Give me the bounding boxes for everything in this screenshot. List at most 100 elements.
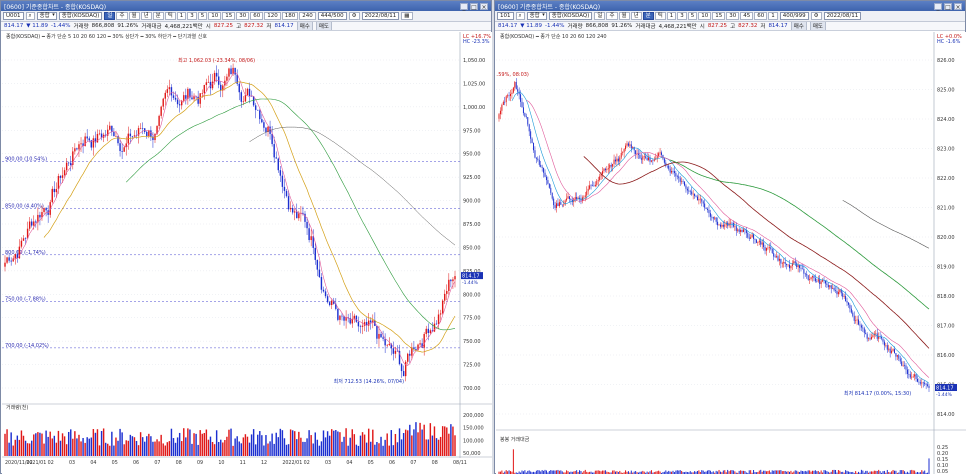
volume-bar <box>524 470 526 474</box>
volume-bar <box>156 439 158 456</box>
period-button[interactable]: 1 <box>768 12 778 20</box>
search-icon[interactable]: ⌕ <box>25 12 35 20</box>
volume-bar <box>300 437 302 456</box>
date-input[interactable]: 2022/08/11 <box>823 12 862 20</box>
period-button[interactable]: 15 <box>222 12 236 20</box>
candle-body <box>203 84 206 94</box>
settings-icon[interactable]: ⚙ <box>810 12 822 20</box>
period-button[interactable]: 180 <box>281 12 299 20</box>
period-button[interactable]: 1 <box>666 12 677 20</box>
volume-bar <box>324 437 327 456</box>
volume-bar <box>164 445 166 456</box>
period-button[interactable]: 120 <box>264 12 281 20</box>
code-input[interactable]: U001 <box>3 12 24 20</box>
candle-body <box>768 247 770 248</box>
candle-body <box>121 151 123 152</box>
period-button[interactable]: 45 <box>740 12 754 20</box>
period-button[interactable]: 틱 <box>654 12 666 20</box>
calendar-icon[interactable]: ▦ <box>401 12 413 20</box>
period-button[interactable]: 15 <box>712 12 726 20</box>
period-button[interactable]: 3 <box>187 12 197 20</box>
candle-body <box>117 136 119 144</box>
bar-count-input[interactable]: 444/500 <box>317 12 347 20</box>
date-input[interactable]: 2022/08/11 <box>361 12 400 20</box>
candle-body <box>764 247 766 251</box>
volume-bar <box>113 445 115 456</box>
period-button[interactable]: 10 <box>208 12 222 20</box>
date-axis-label: 02 <box>304 460 310 466</box>
candle-body <box>10 260 12 262</box>
period-button[interactable]: 5 <box>197 12 208 20</box>
right-price-chart[interactable]: 종합(KOSDAQ) ━ 종가 단순 10 20 60 120 240 LC +0… <box>496 32 966 474</box>
volume-bar <box>172 438 175 456</box>
minimize-button[interactable]: _ <box>460 2 468 11</box>
left-window-title: [0600] 기준종합차트 - 종합(KOSDAQ) <box>4 3 107 11</box>
price-axis-label: 825.00 <box>937 88 955 94</box>
candle-body <box>849 304 851 309</box>
period-button[interactable]: 1 <box>176 12 187 20</box>
period-button[interactable]: 년 <box>140 12 152 20</box>
volume-bar <box>901 470 903 474</box>
date-axis-label: 02 <box>48 460 54 466</box>
volume-bar <box>133 437 136 456</box>
close-button[interactable]: × <box>480 2 488 11</box>
left-price-chart[interactable]: 종합(KOSDAQ) ━ 종가 단순 5 10 20 60 120 ━ 30% … <box>2 32 492 474</box>
maximize-button[interactable]: □ <box>470 2 478 11</box>
bar-count-input[interactable]: 400/999 <box>779 12 809 20</box>
candle-body <box>911 376 913 378</box>
buy-button[interactable]: 매수 <box>296 22 313 30</box>
candle-body <box>659 152 661 154</box>
period-button[interactable]: 240 <box>299 12 316 20</box>
period-button[interactable]: 10 <box>698 12 712 20</box>
candle-body <box>852 312 854 316</box>
volume-bar <box>392 445 395 456</box>
period-button[interactable]: 60 <box>754 12 768 20</box>
period-button[interactable]: 월 <box>128 12 140 20</box>
sell-button[interactable]: 매도 <box>315 22 332 30</box>
settings-icon[interactable]: ⚙ <box>348 12 360 20</box>
volume-bar <box>724 470 726 474</box>
period-button[interactable]: 60 <box>250 12 264 20</box>
market-select[interactable]: 종합 <box>526 12 547 20</box>
volume-bar <box>708 469 710 474</box>
period-button[interactable]: 주 <box>116 12 128 20</box>
date-axis-label: 06 <box>389 460 395 466</box>
candle-body <box>620 152 622 158</box>
volume-bar <box>365 442 368 456</box>
period-button[interactable]: 틱 <box>164 12 176 20</box>
candle-body <box>883 341 885 346</box>
volume-bar <box>304 441 306 456</box>
period-button[interactable]: 30 <box>236 12 250 20</box>
period-button[interactable]: 일 <box>594 12 606 20</box>
period-button[interactable]: 일 <box>104 12 116 20</box>
period-button[interactable]: 5 <box>687 12 698 20</box>
sell-button[interactable]: 매도 <box>809 22 826 30</box>
corner-sub-label: HC -23.3% <box>463 39 490 45</box>
period-button[interactable]: 30 <box>726 12 740 20</box>
close-button[interactable]: × <box>954 2 962 11</box>
volume-bar <box>115 437 117 456</box>
candle-body <box>183 95 185 101</box>
volume-bar <box>512 449 514 474</box>
candle-body <box>570 198 572 200</box>
code-input[interactable]: 101 <box>497 12 514 20</box>
candle-body <box>846 301 848 303</box>
market-select[interactable]: 종합 <box>36 12 57 20</box>
period-button[interactable]: 월 <box>618 12 630 20</box>
search-icon[interactable]: ⌕ <box>515 12 525 20</box>
period-button[interactable]: 3 <box>677 12 687 20</box>
candle-body <box>842 293 844 297</box>
buy-button[interactable]: 매수 <box>790 22 807 30</box>
candle-body <box>630 144 632 149</box>
maximize-button[interactable]: □ <box>944 2 952 11</box>
period-button[interactable]: 년 <box>630 12 642 20</box>
volume-bar <box>413 429 415 456</box>
volume-bar <box>193 433 195 456</box>
candle-body <box>515 81 517 90</box>
minimize-button[interactable]: _ <box>934 2 942 11</box>
period-button[interactable]: 분 <box>152 12 164 20</box>
period-button[interactable]: 주 <box>606 12 618 20</box>
period-button[interactable]: 분 <box>642 12 654 20</box>
candle-body <box>448 279 450 292</box>
volume-bar <box>82 437 84 456</box>
